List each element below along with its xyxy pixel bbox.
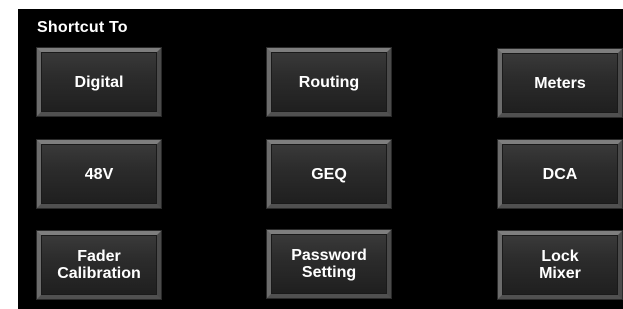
password-setting-button[interactable]: Password Setting xyxy=(267,230,391,298)
digital-button[interactable]: Digital xyxy=(37,48,161,116)
fader-calibration-button-label: Fader Calibration xyxy=(57,248,141,282)
dca-button-label: DCA xyxy=(542,165,578,183)
routing-button[interactable]: Routing xyxy=(267,48,391,116)
shortcut-panel: Shortcut To Digital Routing Meters 48V G… xyxy=(18,9,623,309)
48v-button[interactable]: 48V xyxy=(37,140,161,208)
password-setting-button-label: Password Setting xyxy=(291,247,367,281)
dca-button[interactable]: DCA xyxy=(498,140,622,208)
meters-button-label: Meters xyxy=(534,74,586,92)
lock-mixer-button-label: Lock Mixer xyxy=(539,248,581,282)
panel-title: Shortcut To xyxy=(37,19,128,36)
geq-button[interactable]: GEQ xyxy=(267,140,391,208)
48v-button-label: 48V xyxy=(84,165,114,183)
geq-button-label: GEQ xyxy=(311,165,347,183)
meters-button[interactable]: Meters xyxy=(498,49,622,117)
digital-button-label: Digital xyxy=(74,73,124,91)
routing-button-label: Routing xyxy=(298,73,360,91)
lock-mixer-button[interactable]: Lock Mixer xyxy=(498,231,622,299)
fader-calibration-button[interactable]: Fader Calibration xyxy=(37,231,161,299)
